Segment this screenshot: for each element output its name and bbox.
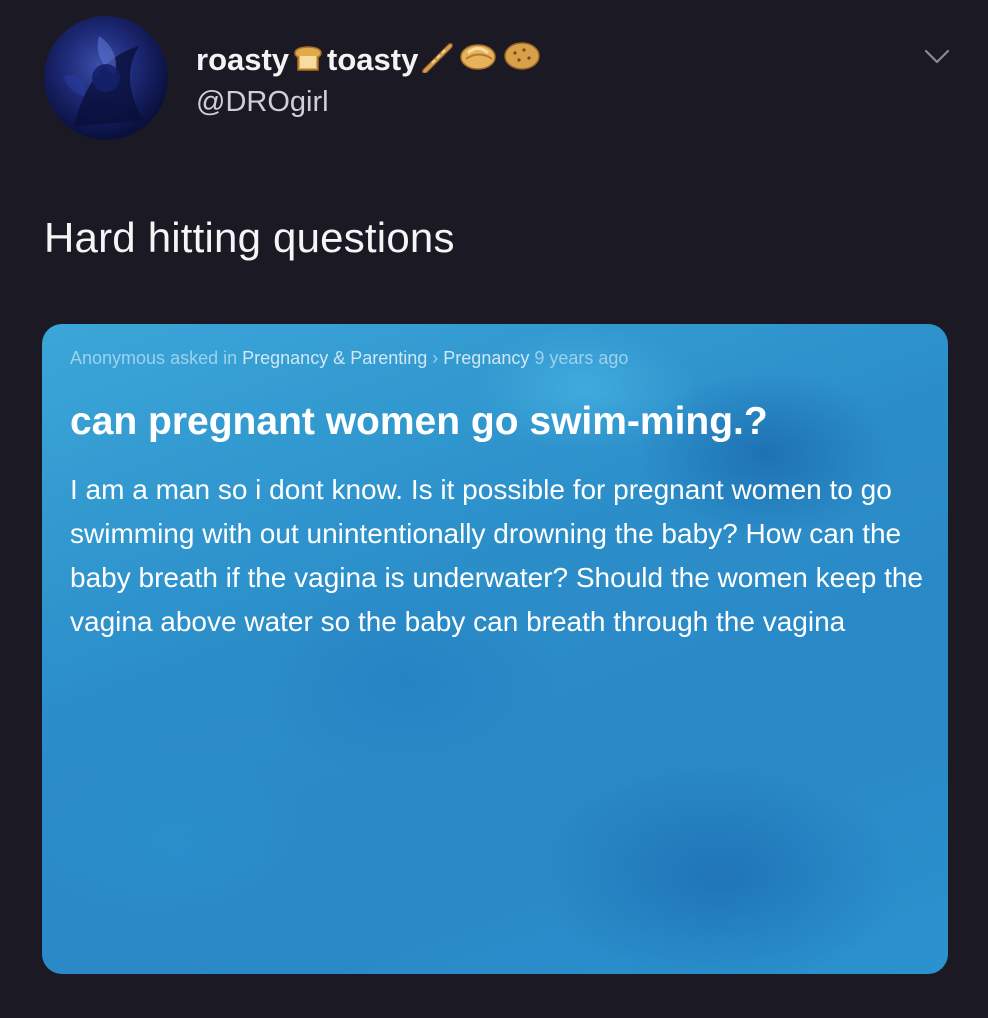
question-meta: Anonymous asked in Pregnancy & Parenting…: [70, 344, 930, 372]
question-body: I am a man so i dont know. Is it possibl…: [70, 474, 924, 637]
avatar[interactable]: [44, 16, 168, 140]
subcategory-link[interactable]: Pregnancy: [443, 348, 529, 368]
user-names: roasty toasty @DROgirl: [196, 40, 544, 119]
cookie-emoji: [502, 39, 542, 81]
attached-image-question-screenshot[interactable]: Anonymous asked in Pregnancy & Parenting…: [42, 324, 948, 974]
display-name-second: toasty: [327, 42, 419, 77]
chevron-down-icon[interactable]: [922, 46, 952, 68]
display-name-first: roasty: [196, 42, 290, 77]
question-age: 9 years ago: [534, 348, 629, 368]
breadcrumb-separator: ›: [432, 348, 439, 368]
tweet: roasty toasty @DROgirl Hard hitting ques…: [0, 0, 988, 1018]
question-title: can pregnant women go swim-ming.?: [70, 400, 768, 443]
question-content: Anonymous asked in Pregnancy & Parenting…: [70, 344, 930, 644]
avatar-image: [64, 36, 144, 126]
baguette-emoji: [420, 39, 454, 81]
croissant-emoji: [458, 39, 498, 81]
asked-in-label: asked in: [170, 348, 238, 368]
display-name[interactable]: roasty toasty: [196, 40, 544, 80]
user-handle[interactable]: @DROgirl: [196, 86, 544, 119]
bread-emoji: [291, 39, 325, 81]
tweet-text: Hard hitting questions: [44, 214, 455, 261]
category-link[interactable]: Pregnancy & Parenting: [242, 348, 427, 368]
question-author: Anonymous: [70, 348, 166, 368]
